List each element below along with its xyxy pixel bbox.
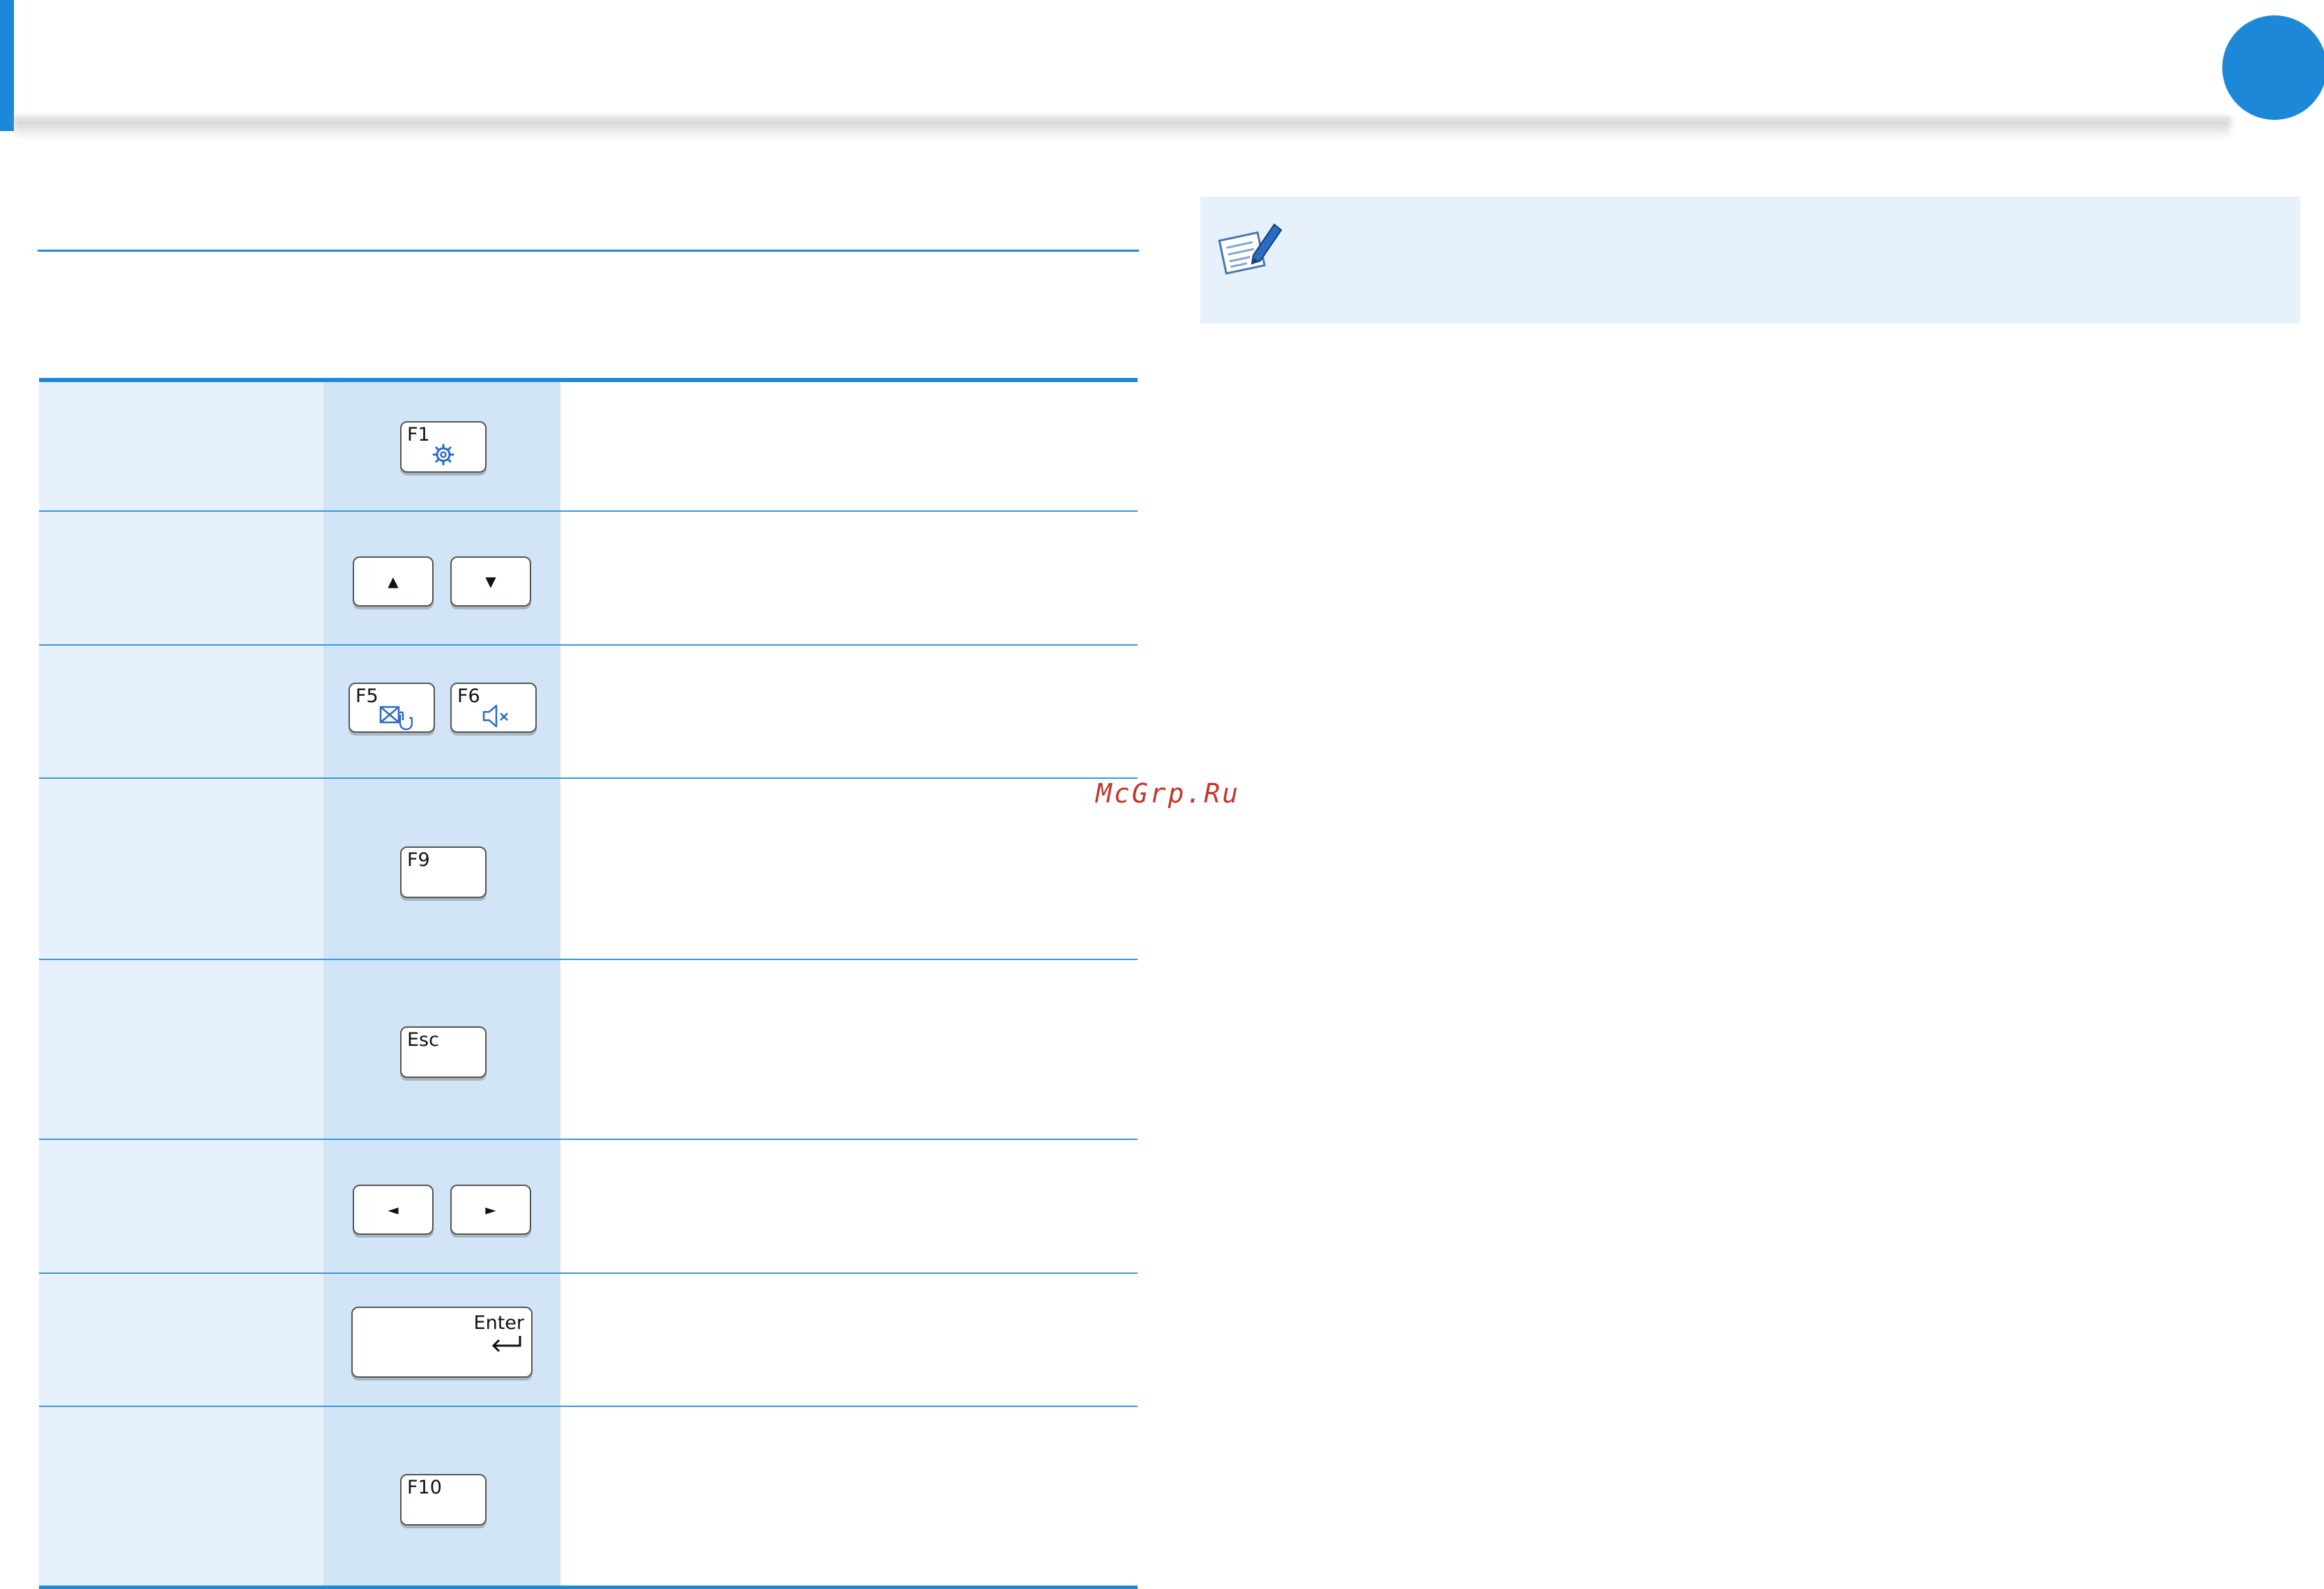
row-divider (39, 1272, 1138, 1274)
key-label: ▼ (485, 573, 496, 590)
watermark: McGrp.Ru (1096, 778, 1241, 809)
key-enter: Enter (351, 1307, 533, 1378)
key-left-arrow: ◄ (353, 1185, 434, 1235)
header-divider (14, 119, 2231, 121)
key-f6: F6 (450, 683, 537, 733)
section-title-rule (38, 250, 1139, 252)
note-pen-icon (1218, 223, 1283, 275)
key-up-arrow: ▲ (353, 556, 434, 607)
key-label: F9 (407, 849, 430, 871)
key-right-arrow: ► (450, 1185, 531, 1235)
touchpad-off-icon (379, 706, 413, 731)
row-divider (39, 777, 1138, 779)
key-esc: Esc (400, 1026, 487, 1078)
key-label: F5 (356, 685, 379, 707)
note-box (1200, 197, 2300, 324)
key-label: F6 (457, 685, 480, 707)
key-f1: F1 (400, 421, 487, 473)
key-label: F1 (407, 424, 430, 446)
row-divider (39, 510, 1138, 512)
key-label: Enter (473, 1312, 524, 1334)
key-f5: F5 (349, 683, 435, 733)
key-label: ► (485, 1201, 496, 1218)
chapter-badge (2222, 15, 2324, 120)
row-divider (39, 644, 1138, 646)
key-label: ▲ (388, 573, 399, 590)
enter-arrow-icon (491, 1336, 521, 1353)
key-f9: F9 (400, 846, 487, 898)
row-divider (39, 959, 1138, 960)
settings-gear-icon (432, 443, 454, 466)
key-f10: F10 (400, 1474, 487, 1526)
header-accent-bar (0, 0, 14, 131)
key-function-table: F1 ▲ ▼ F5 F6 F9 Esc ◄ ► Enter F10 (39, 378, 1138, 1589)
key-label: Esc (407, 1029, 439, 1051)
row-divider (39, 1406, 1138, 1407)
key-label: ◄ (388, 1201, 399, 1218)
row-divider (39, 1139, 1138, 1140)
mute-icon (482, 704, 508, 728)
key-down-arrow: ▼ (450, 556, 531, 607)
key-label: F10 (407, 1477, 442, 1498)
function-name-column (39, 382, 323, 1588)
